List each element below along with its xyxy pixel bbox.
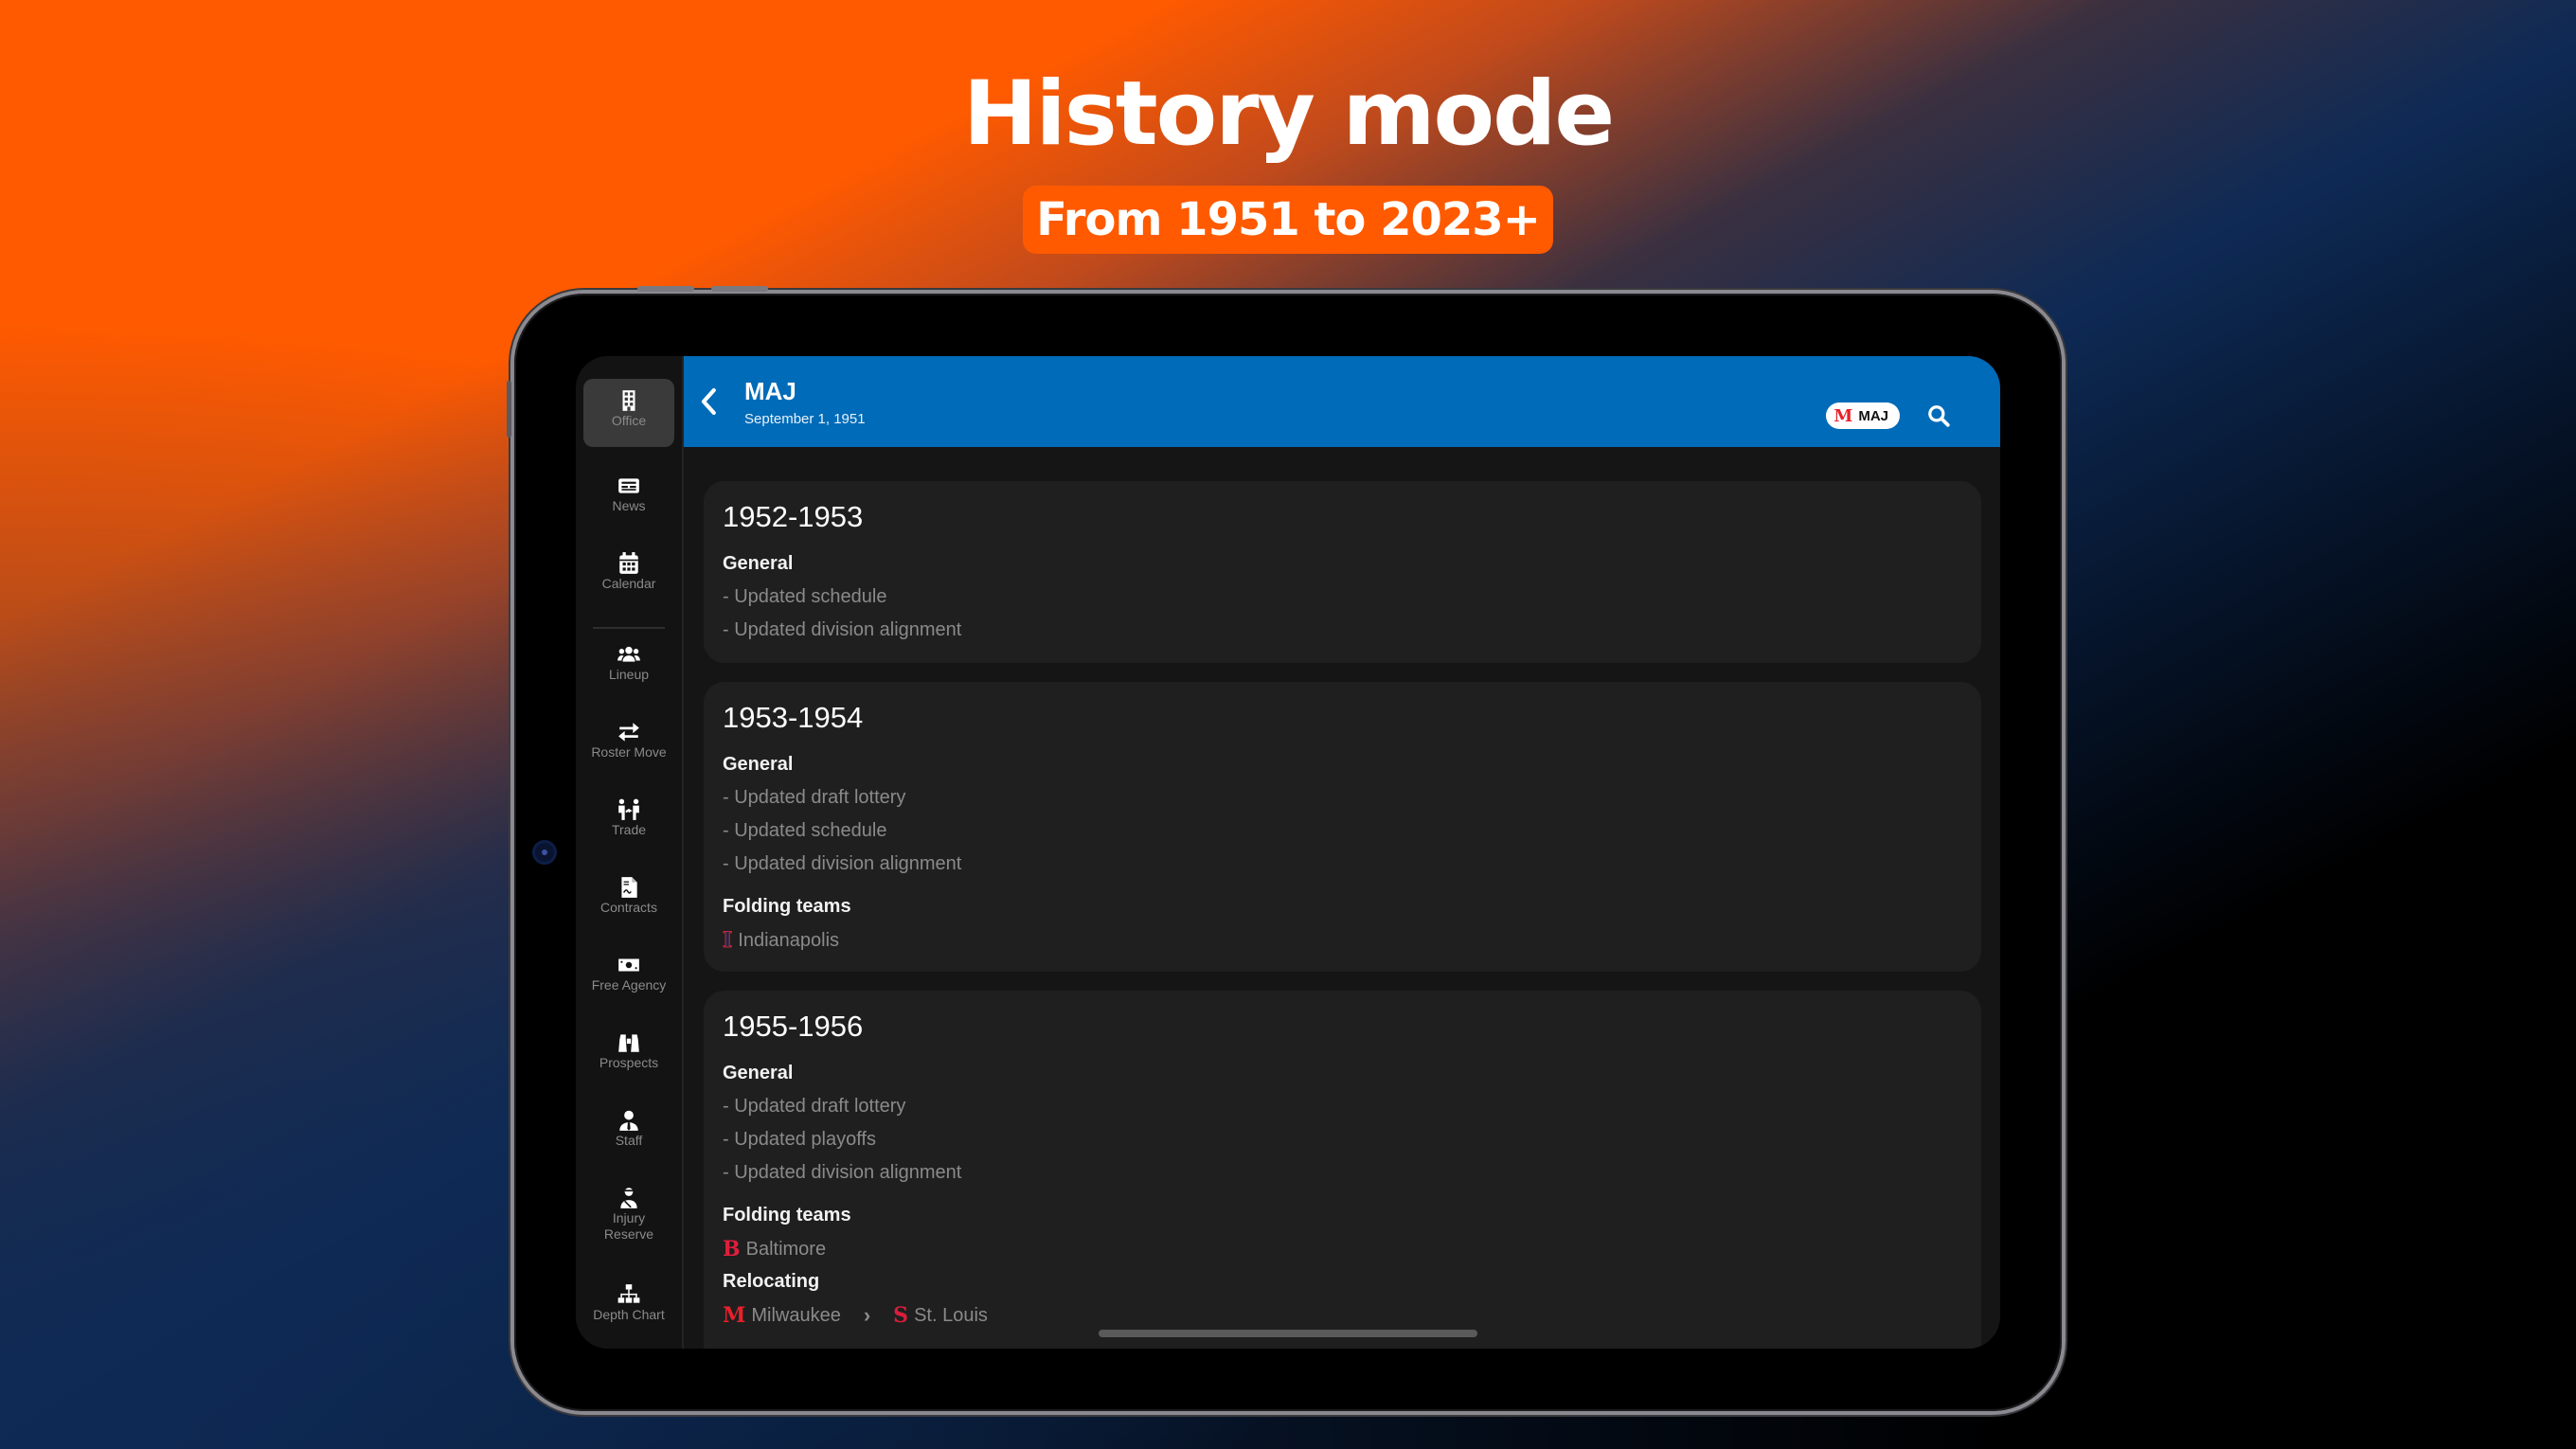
search-icon[interactable] bbox=[1926, 403, 1951, 428]
current-date: September 1, 1951 bbox=[744, 411, 866, 427]
team-name-to: St. Louis bbox=[914, 1304, 988, 1326]
sidebar-label: Depth Chart bbox=[593, 1307, 665, 1322]
app-header: MAJ September 1, 1951 M MAJ bbox=[684, 356, 2000, 447]
app-screen: Office News Calendar Lineup Roster Move bbox=[576, 356, 2000, 1349]
sidebar-item-staff[interactable]: Staff bbox=[583, 1108, 674, 1149]
team-logo-icon: B bbox=[723, 1237, 741, 1261]
sidebar-item-prospects[interactable]: Prospects bbox=[583, 1030, 674, 1071]
season-card: 1952-1953 General - Updated schedule - U… bbox=[704, 481, 1981, 663]
season-title: 1952-1953 bbox=[723, 500, 864, 533]
league-chip-label: MAJ bbox=[1858, 407, 1888, 424]
team-entry: I Indianapolis bbox=[722, 928, 840, 954]
staff-person-icon bbox=[619, 1110, 638, 1131]
team-name-from: Milwaukee bbox=[751, 1304, 841, 1326]
sidebar-label: Office bbox=[611, 413, 647, 428]
change-item: - Updated schedule bbox=[723, 820, 887, 841]
users-icon bbox=[617, 646, 640, 662]
change-item: - Updated division alignment bbox=[723, 619, 962, 640]
team-name: Indianapolis bbox=[738, 929, 840, 951]
home-indicator[interactable] bbox=[1099, 1330, 1477, 1337]
sidebar-item-lineup[interactable]: Lineup bbox=[583, 642, 674, 683]
page-title: MAJ bbox=[744, 377, 796, 405]
hierarchy-icon bbox=[617, 1284, 640, 1303]
sidebar-label: Trade bbox=[611, 822, 647, 837]
sidebar-label: Contracts bbox=[600, 900, 657, 915]
team-name: Baltimore bbox=[745, 1238, 827, 1260]
power-button bbox=[507, 381, 511, 438]
sidebar-item-contracts[interactable]: Contracts bbox=[583, 875, 674, 916]
sidebar-divider bbox=[593, 627, 665, 629]
history-list: 1952-1953 General - Updated schedule - U… bbox=[684, 447, 2000, 1349]
season-title: 1953-1954 bbox=[723, 701, 864, 734]
season-card: 1955-1956 General - Updated draft lotter… bbox=[704, 991, 1981, 1349]
sidebar-label: Roster Move bbox=[591, 744, 667, 760]
team-logo-icon: S bbox=[893, 1303, 909, 1328]
change-item: - Updated division alignment bbox=[723, 853, 962, 874]
binoculars-icon bbox=[618, 1034, 639, 1052]
volume-button bbox=[711, 286, 768, 292]
season-title: 1955-1956 bbox=[723, 1010, 864, 1043]
change-item: - Updated draft lottery bbox=[723, 787, 906, 808]
change-item: - Updated draft lottery bbox=[723, 1096, 906, 1117]
relocation-entry: M Milwaukee › S St. Louis bbox=[723, 1303, 988, 1328]
promo-badge: From 1951 to 2023+ bbox=[1023, 186, 1553, 254]
sidebar-item-roster-move[interactable]: Roster Move bbox=[583, 720, 674, 760]
sidebar-label: Free Agency bbox=[591, 977, 667, 993]
sidebar-item-office[interactable]: Office bbox=[583, 379, 674, 447]
trade-people-icon bbox=[618, 798, 639, 820]
section-label-folding: Folding teams bbox=[723, 896, 851, 917]
sidebar-item-trade[interactable]: Trade bbox=[583, 797, 674, 838]
change-item: - Updated division alignment bbox=[723, 1162, 962, 1183]
back-chevron-icon[interactable] bbox=[697, 385, 722, 419]
section-label-general: General bbox=[723, 754, 794, 775]
section-label-general: General bbox=[723, 1063, 794, 1083]
sidebar-item-free-agency[interactable]: Free Agency bbox=[583, 953, 674, 993]
team-logo-icon: M bbox=[723, 1303, 746, 1328]
volume-button bbox=[637, 286, 694, 292]
sidebar-label: Injury Reserve bbox=[603, 1210, 654, 1242]
sidebar-item-depth-chart[interactable]: Depth Chart bbox=[583, 1282, 674, 1323]
change-item: - Updated playoffs bbox=[723, 1129, 876, 1150]
team-logo-icon: I bbox=[722, 928, 733, 954]
sidebar-label: Calendar bbox=[601, 576, 656, 591]
sidebar: Office News Calendar Lineup Roster Move bbox=[576, 356, 684, 1349]
sidebar-label: Staff bbox=[615, 1133, 643, 1148]
section-label-general: General bbox=[723, 553, 794, 574]
newspaper-icon bbox=[618, 478, 639, 493]
building-icon bbox=[622, 390, 635, 411]
calendar-icon bbox=[619, 552, 638, 574]
contract-document-icon bbox=[621, 877, 637, 898]
sidebar-item-news[interactable]: News bbox=[583, 474, 674, 514]
sidebar-label: Prospects bbox=[599, 1055, 659, 1070]
league-logo-icon: M bbox=[1834, 405, 1853, 426]
sidebar-item-calendar[interactable]: Calendar bbox=[583, 551, 674, 592]
team-entry: B Baltimore bbox=[723, 1237, 826, 1261]
season-card: 1953-1954 General - Updated draft lotter… bbox=[704, 682, 1981, 972]
ipad-device-frame: Office News Calendar Lineup Roster Move bbox=[507, 286, 2062, 1411]
injured-person-icon bbox=[620, 1188, 637, 1208]
swap-arrows-icon bbox=[618, 723, 639, 742]
money-bill-icon bbox=[618, 958, 639, 972]
change-item: - Updated schedule bbox=[723, 586, 887, 607]
chevron-right-icon: › bbox=[863, 1303, 871, 1327]
sidebar-label: Lineup bbox=[608, 667, 650, 682]
front-camera bbox=[535, 843, 554, 862]
section-label-relocating: Relocating bbox=[723, 1271, 820, 1292]
sidebar-item-injury-reserve[interactable]: Injury Reserve bbox=[583, 1186, 674, 1243]
sidebar-label: News bbox=[612, 498, 646, 513]
promo-headline: History mode bbox=[962, 63, 1615, 166]
section-label-folding: Folding teams bbox=[723, 1205, 851, 1225]
league-selector-button[interactable]: M MAJ bbox=[1826, 402, 1900, 429]
